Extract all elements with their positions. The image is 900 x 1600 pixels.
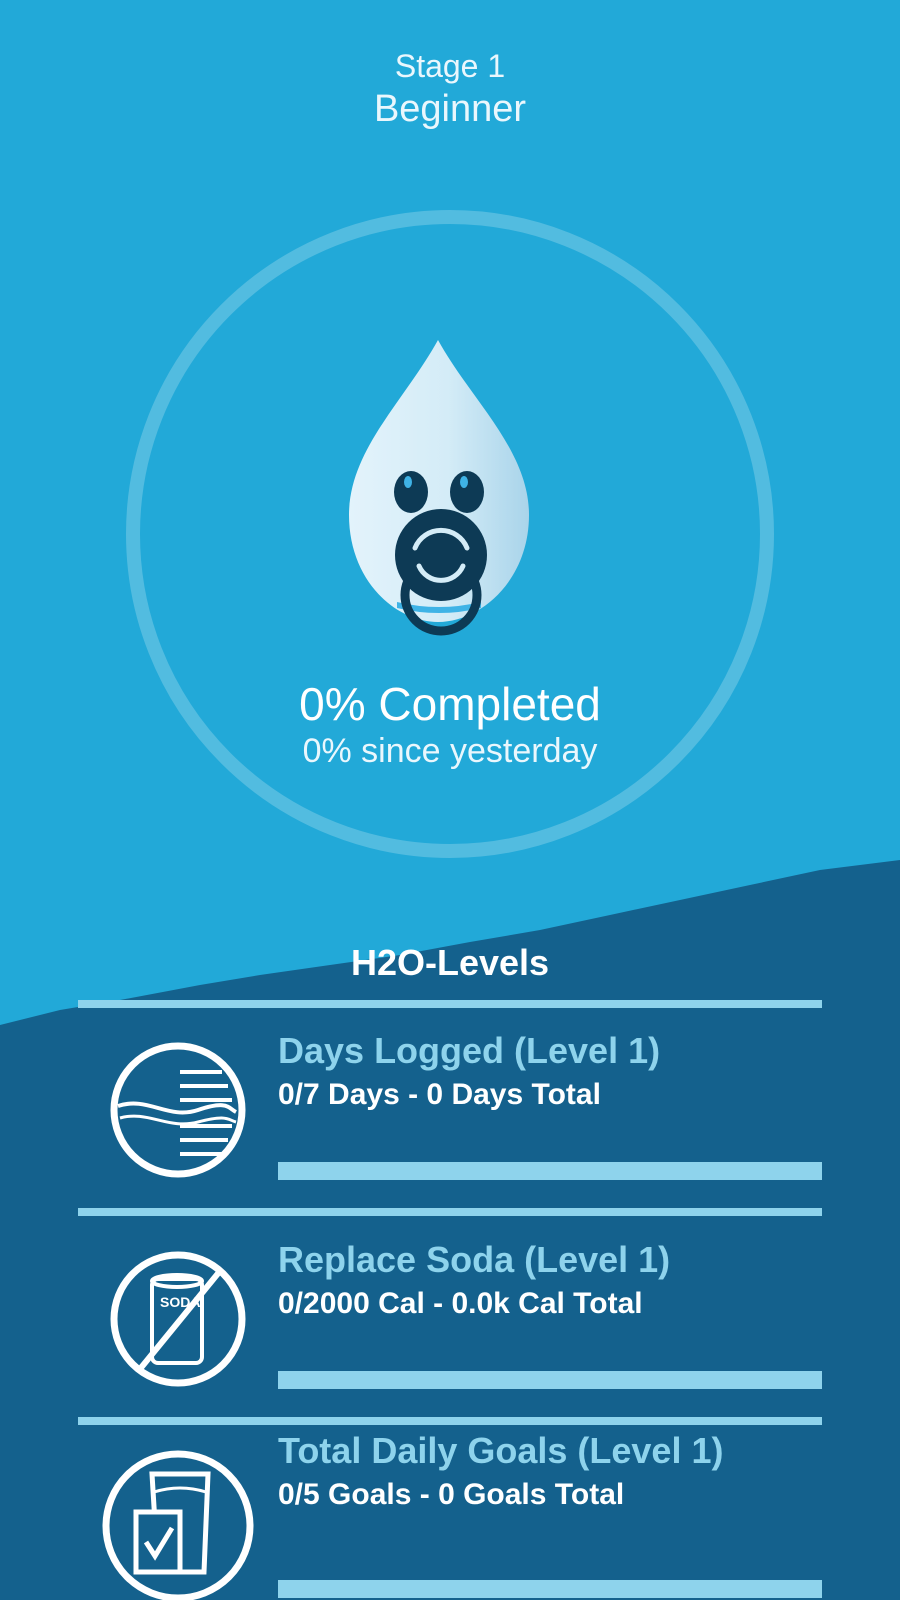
level-detail: 0/2000 Cal - 0.0k Cal Total xyxy=(278,1287,643,1320)
no-soda-icon: SODA xyxy=(110,1251,246,1387)
stage-name: Beginner xyxy=(373,88,527,130)
level-item-total-daily-goals[interactable]: Total Daily Goals (Level 1) 0/5 Goals - … xyxy=(0,1430,900,1600)
level-name: Days Logged (Level 1) xyxy=(278,1030,661,1071)
level-detail: 0/7 Days - 0 Days Total xyxy=(278,1078,601,1111)
level-detail: 0/5 Goals - 0 Goals Total xyxy=(278,1478,625,1511)
level-item-days-logged[interactable]: Days Logged (Level 1) 0/7 Days - 0 Days … xyxy=(0,1020,900,1220)
level-name: Total Daily Goals (Level 1) xyxy=(278,1430,724,1471)
levels-heading: H2O-Levels xyxy=(350,942,550,983)
water-drop-mascot-icon xyxy=(349,340,529,636)
completed-percent: 0% Completed xyxy=(299,678,601,730)
divider xyxy=(78,1000,822,1008)
level-progress-bar xyxy=(278,1580,822,1598)
since-yesterday: 0% since yesterday xyxy=(302,732,598,770)
water-lines-icon xyxy=(110,1042,246,1178)
level-item-replace-soda[interactable]: SODA Replace Soda (Level 1) 0/2000 Cal -… xyxy=(0,1229,900,1429)
stage-label: Stage 1 xyxy=(394,48,506,84)
level-progress-bar xyxy=(278,1162,822,1180)
level-name: Replace Soda (Level 1) xyxy=(278,1239,671,1280)
glass-checklist-icon xyxy=(102,1450,254,1600)
level-progress-bar xyxy=(278,1371,822,1389)
